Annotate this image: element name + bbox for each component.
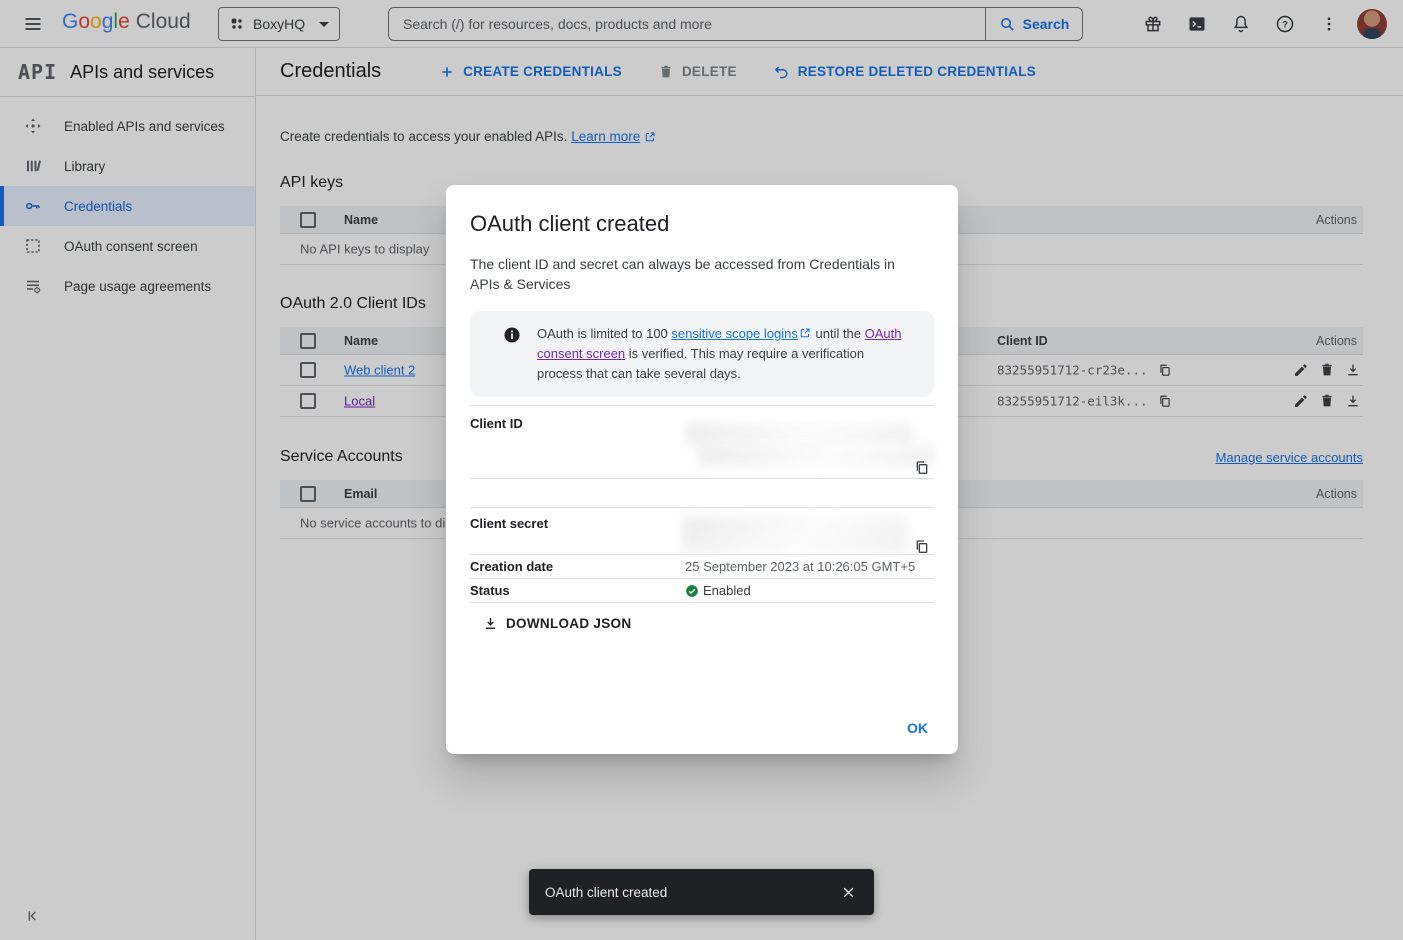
verification-notice: OAuth is limited to 100 sensitive scope … [470,311,934,397]
creation-date-row: Creation date 25 September 2023 at 10:26… [470,555,934,579]
snackbar-message: OAuth client created [545,885,667,900]
download-icon [483,616,498,631]
info-icon [503,326,521,384]
snackbar: OAuth client created [529,869,874,915]
status-row: Status Enabled [470,579,934,603]
snackbar-close-button[interactable] [835,879,862,906]
copy-icon [914,460,930,476]
oauth-client-created-dialog: OAuth client created The client ID and s… [446,185,958,754]
copy-icon [914,539,930,555]
check-circle-icon [685,584,699,598]
client-id-label: Client ID [470,416,685,431]
client-id-redacted [685,423,913,446]
notice-part: until the [812,326,865,341]
status-value: Enabled [703,583,751,598]
dialog-title: OAuth client created [470,211,934,237]
spacer-row [470,479,934,508]
download-json-label: DOWNLOAD JSON [506,616,631,631]
close-icon [841,885,856,900]
download-json-button[interactable]: DOWNLOAD JSON [483,616,631,631]
sensitive-scope-logins-link[interactable]: sensitive scope logins [671,326,797,341]
external-link-icon [799,327,811,339]
status-label: Status [470,583,685,598]
dialog-description: The client ID and secret can always be a… [470,254,910,294]
creation-date-value: 25 September 2023 at 10:26:05 GMT+5 [685,559,915,574]
client-id-redacted [698,444,935,467]
notice-part: OAuth is limited to 100 [537,326,671,341]
client-secret-label: Client secret [470,516,685,531]
copy-client-id-button[interactable] [914,460,930,476]
notice-text: OAuth is limited to 100 sensitive scope … [537,324,909,384]
status-badge: Enabled [685,583,751,598]
client-secret-redacted [682,516,908,552]
ok-button[interactable]: OK [890,711,945,745]
creation-date-label: Creation date [470,559,685,574]
copy-client-secret-button[interactable] [914,539,930,555]
google-cloud-console: Google Cloud BoxyHQ Search [0,0,1403,940]
